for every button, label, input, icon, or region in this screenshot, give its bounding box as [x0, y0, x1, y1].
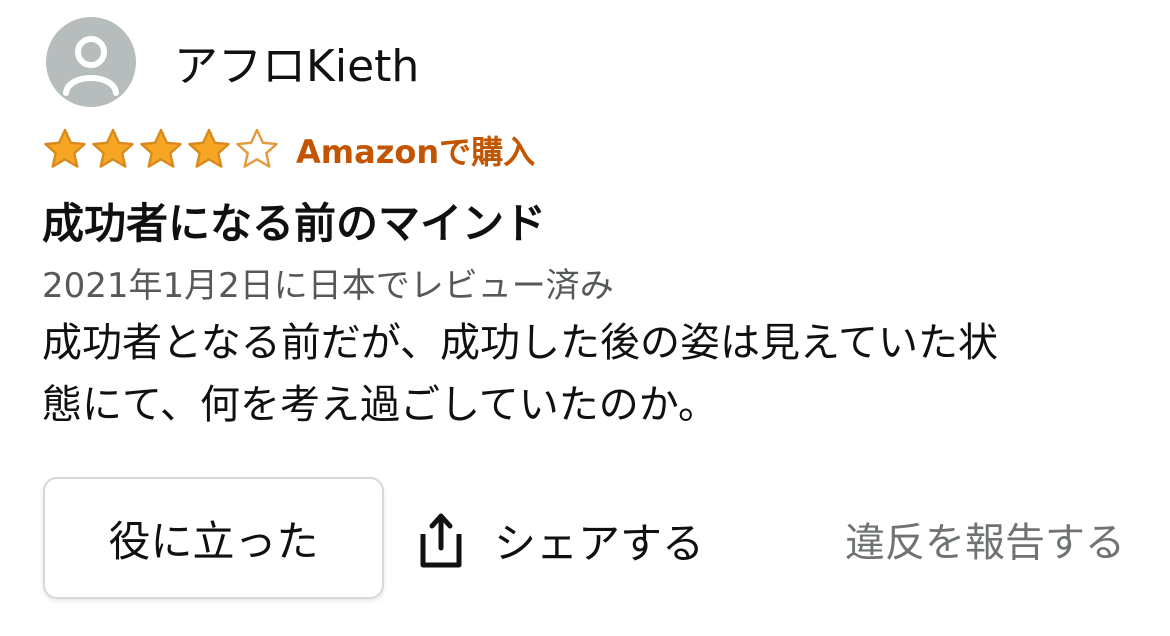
star-filled-icon [140, 128, 182, 168]
star-filled-icon [44, 128, 86, 168]
share-icon [420, 513, 462, 568]
share-button[interactable]: シェアする [414, 500, 704, 580]
share-label: シェアする [494, 518, 705, 568]
star-rating[interactable] [42, 127, 282, 173]
reviewer-profile[interactable]: アフロKieth [46, 17, 419, 107]
rating-row: Amazonで購入 [42, 126, 535, 174]
star-empty-icon [236, 128, 278, 168]
star-filled-icon [92, 128, 134, 168]
review-title: 成功者になる前のマインド [42, 199, 547, 248]
customer-review: アフロKieth Amazonで購入 成功者になる前のマインド 2021年1月2… [0, 0, 1170, 636]
review-body-line: 成功者となる前だが、成功した後の姿は見えていた状 [42, 320, 998, 366]
report-abuse-link[interactable]: 違反を報告する [845, 510, 1125, 568]
review-body: 成功者となる前だが、成功した後の姿は見えていた状 態にて、何を考え過ごしていたの… [42, 312, 1132, 436]
reviewer-name[interactable]: アフロKieth [174, 30, 419, 94]
avatar [46, 17, 136, 107]
verified-purchase-badge: Amazonで購入 [296, 133, 536, 171]
helpful-button[interactable]: 役に立った [43, 477, 384, 599]
review-body-line: 態にて、何を考え過ごしていたのか。 [42, 382, 718, 428]
person-icon [63, 36, 119, 96]
star-filled-icon [188, 128, 230, 168]
review-date: 2021年1月2日に日本でレビュー済み [42, 266, 614, 306]
